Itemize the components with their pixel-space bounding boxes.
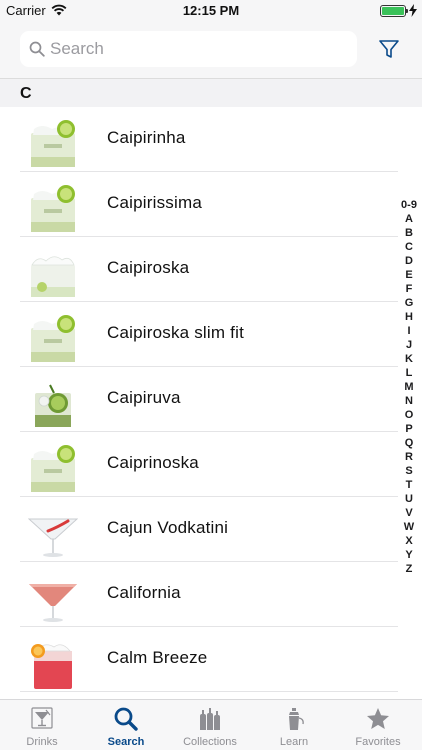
list-item[interactable]: Calm Breeze (0, 627, 422, 692)
alphabet-index[interactable]: 0-9 A B C D E F G H I J K L M N O P Q R S T U V W X Y Z (396, 198, 422, 576)
index-letter[interactable]: B (396, 226, 422, 240)
drink-name: Caiprinoska (107, 453, 199, 472)
status-bar: Carrier 12:15 PM (0, 0, 422, 22)
index-letter[interactable]: U (396, 492, 422, 506)
index-letter[interactable]: S (396, 464, 422, 478)
tab-bar: Drinks Search Collections Learn Favorite… (0, 699, 422, 750)
shaker-icon (289, 708, 304, 730)
tab-label: Learn (279, 736, 309, 748)
charging-icon (409, 4, 417, 17)
drink-name: Cajun Vodkatini (107, 518, 229, 537)
index-letter[interactable]: R (396, 450, 422, 464)
lime-rocks-glass-icon (31, 445, 75, 492)
list-item[interactable]: Caipirissima (0, 172, 422, 237)
drink-list: Caipirinha Caipirissima Caipiroska Caipi… (0, 107, 422, 699)
index-letter[interactable]: P (396, 422, 422, 436)
clock: 12:15 PM (182, 3, 240, 18)
index-letter[interactable]: J (396, 338, 422, 352)
lime-rocks-glass-icon (31, 315, 75, 362)
index-letter[interactable]: I (396, 324, 422, 338)
list-item[interactable]: Cajun Vodkatini (0, 497, 422, 562)
cocktail-glass-icon (31, 707, 53, 729)
tab-label: Favorites (355, 736, 401, 748)
crushed-ice-glass-icon (31, 256, 75, 297)
lime-rocks-glass-icon (31, 120, 75, 167)
list-item[interactable]: Caipiroska slim fit (0, 302, 422, 367)
index-letter[interactable]: H (396, 310, 422, 324)
index-letter[interactable]: T (396, 478, 422, 492)
search-icon (29, 41, 45, 57)
tab-collections[interactable]: Collections (168, 700, 252, 750)
bottles-icon (200, 708, 220, 730)
index-letter[interactable]: A (396, 212, 422, 226)
martini-glass-icon (28, 518, 78, 557)
section-letter: C (20, 85, 32, 102)
index-letter[interactable]: L (396, 366, 422, 380)
index-letter[interactable]: O (396, 408, 422, 422)
list-item[interactable]: California (0, 562, 422, 627)
list-item[interactable]: Caipiroska (0, 237, 422, 302)
filter-icon[interactable] (378, 38, 400, 60)
index-letter[interactable]: M (396, 380, 422, 394)
drink-name: Calm Breeze (107, 648, 208, 667)
battery-icon (380, 5, 408, 17)
index-letter[interactable]: D (396, 254, 422, 268)
search-icon (114, 707, 138, 731)
list-item[interactable]: Caipirinha (0, 107, 422, 172)
search-input[interactable] (50, 31, 350, 67)
index-letter[interactable]: K (396, 352, 422, 366)
index-letter[interactable]: 0-9 (396, 198, 422, 212)
grape-glass-icon (35, 384, 71, 427)
search-header (0, 22, 422, 78)
drink-name: Caipiroska (107, 258, 190, 277)
tab-drinks[interactable]: Drinks (0, 700, 84, 750)
index-letter[interactable]: Q (396, 436, 422, 450)
tab-label: Search (107, 736, 145, 748)
index-letter[interactable]: N (396, 394, 422, 408)
index-letter[interactable]: V (396, 506, 422, 520)
drink-name: Caipiruva (107, 388, 181, 407)
tab-search[interactable]: Search (84, 700, 168, 750)
tab-label: Collections (183, 736, 237, 748)
lime-rocks-glass-icon (31, 185, 75, 232)
search-box[interactable] (20, 31, 357, 67)
drink-name: Caipirinha (107, 128, 186, 147)
tab-learn[interactable]: Learn (252, 700, 336, 750)
pink-martini-glass-icon (29, 584, 77, 622)
drink-name: Caipirissima (107, 193, 202, 212)
index-letter[interactable]: E (396, 268, 422, 282)
index-letter[interactable]: Z (396, 562, 422, 576)
index-letter[interactable]: C (396, 240, 422, 254)
row-divider (20, 691, 398, 692)
index-letter[interactable]: F (396, 282, 422, 296)
tab-favorites[interactable]: Favorites (336, 700, 420, 750)
section-header: C (0, 78, 422, 107)
list-item[interactable]: Caipiruva (0, 367, 422, 432)
drink-name: California (107, 583, 181, 602)
star-icon (367, 708, 389, 729)
index-letter[interactable]: X (396, 534, 422, 548)
drink-name: Caipiroska slim fit (107, 323, 244, 342)
index-letter[interactable]: W (396, 520, 422, 534)
index-letter[interactable]: Y (396, 548, 422, 562)
index-letter[interactable]: G (396, 296, 422, 310)
list-item[interactable]: Caiprinoska (0, 432, 422, 497)
red-highball-glass-icon (31, 644, 72, 689)
tab-label: Drinks (26, 736, 58, 748)
